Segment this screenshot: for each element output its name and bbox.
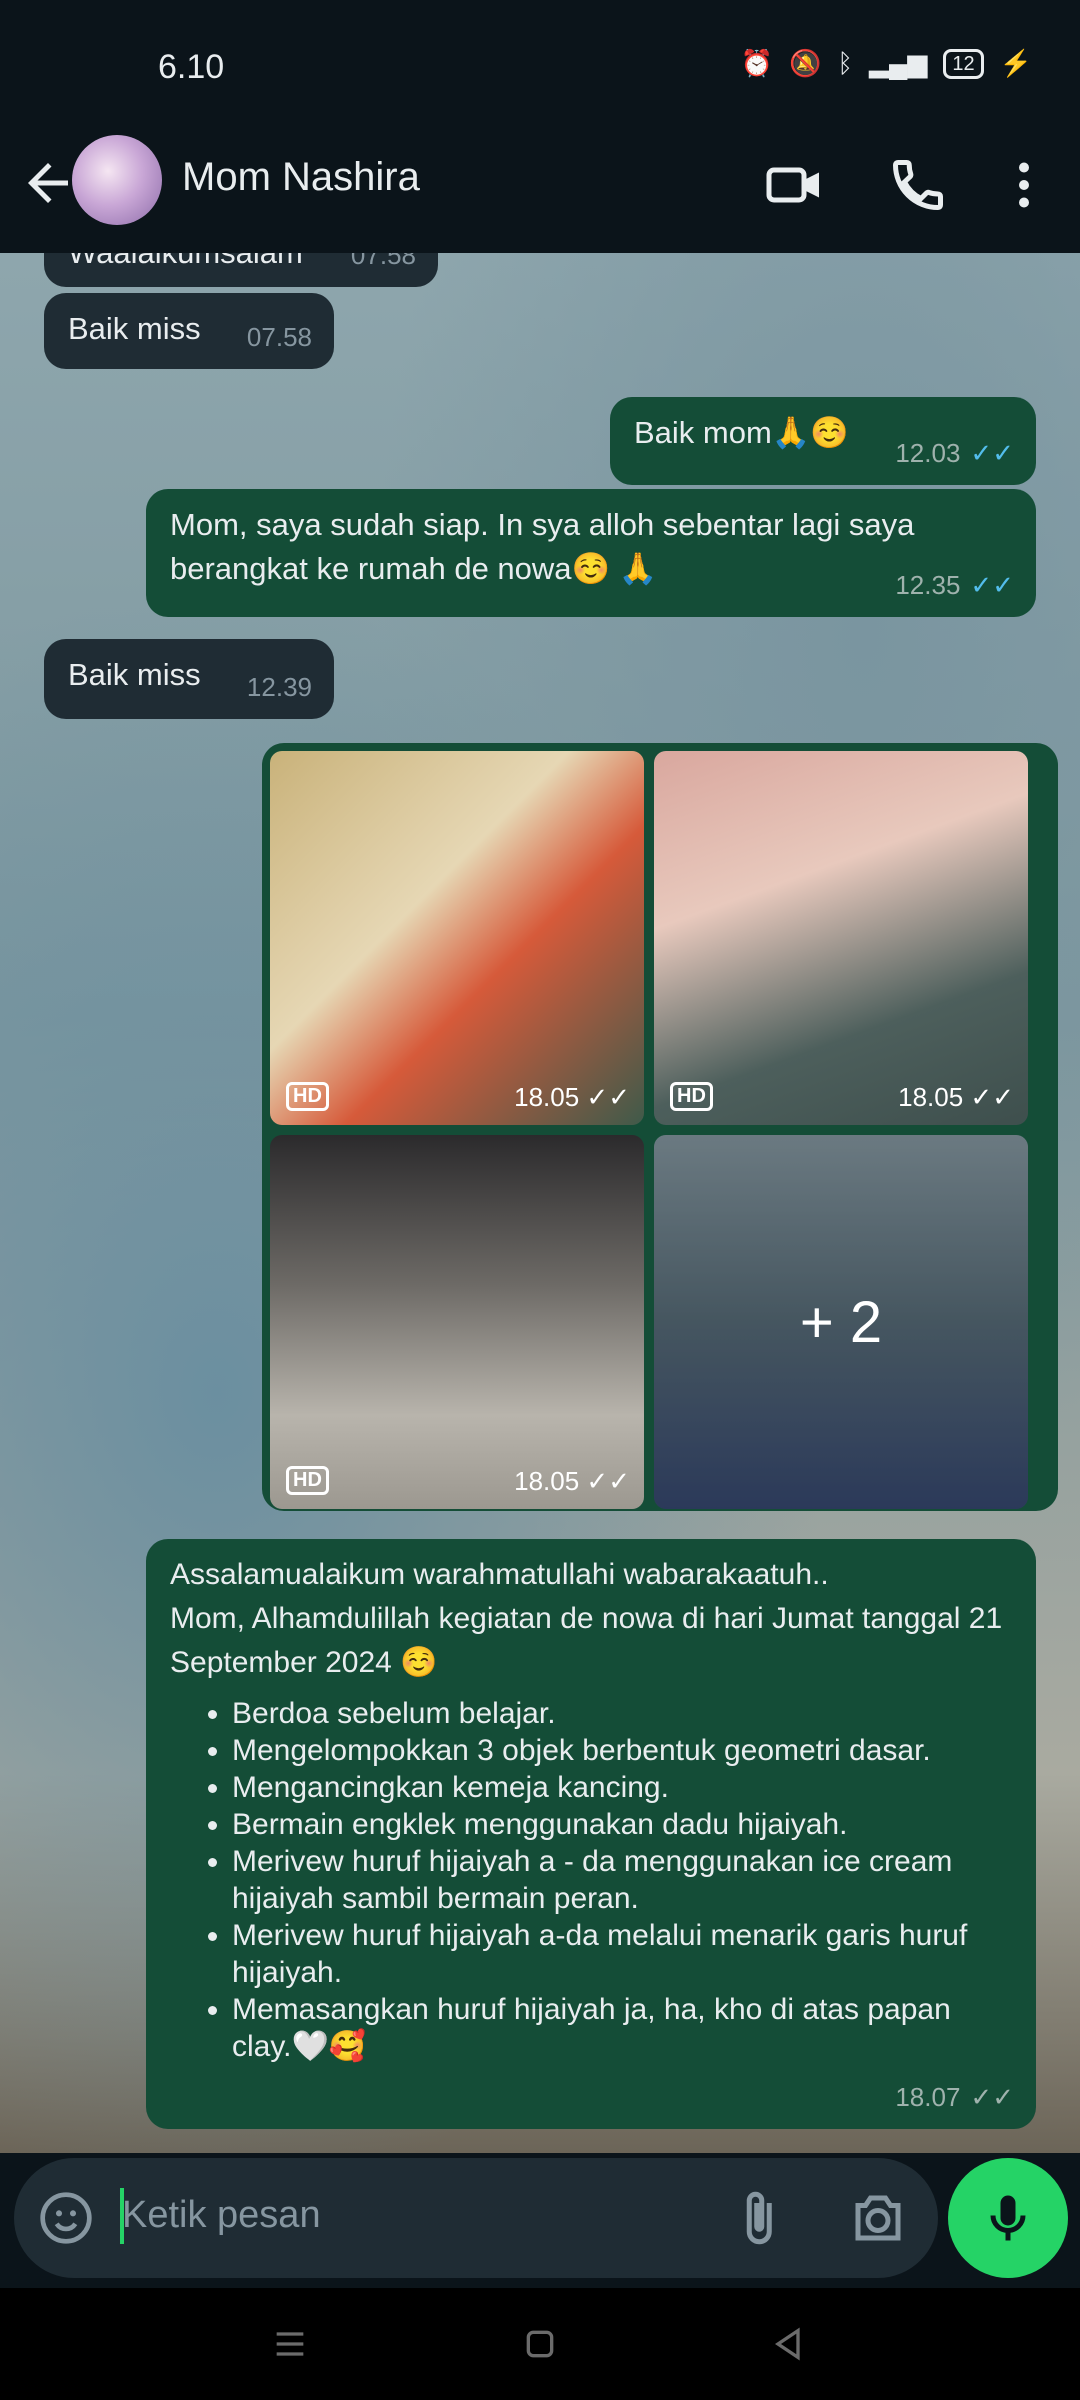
message-text: Baik miss [68,657,201,692]
more-options-icon[interactable] [994,155,1054,215]
message-outgoing[interactable]: Baik mom🙏☺️ 12.03 ✓✓ [610,397,1036,485]
signal-icon: ▂▄▆ [868,48,928,78]
message-composer[interactable]: Ketik pesan [14,2158,938,2278]
message-text: Baik mom🙏☺️ [634,415,850,450]
message-time: 12.35 [895,570,961,600]
hd-badge: HD [286,1466,329,1495]
status-bar: 6.10 ⏰ 🔕 ᛒ ▂▄▆ 12 ⚡ [0,0,1080,135]
photo-thumbnail-more[interactable]: + 2 [654,1135,1028,1509]
contact-name[interactable]: Mom Nashira [182,155,420,200]
recent-apps-icon[interactable] [270,2324,310,2364]
message-text: Waalaikumsalam [68,253,303,270]
chat-header: Mom Nashira [0,135,1080,253]
list-item: Berdoa sebelum belajar. [232,1695,1012,1732]
mute-icon: 🔕 [788,48,822,78]
voice-record-button[interactable] [948,2158,1068,2278]
bluetooth-icon: ᛒ [837,48,853,78]
phone-call-icon[interactable] [888,155,948,215]
back-arrow-icon[interactable] [18,153,78,213]
charging-icon: ⚡ [999,48,1032,78]
video-call-icon[interactable] [764,155,824,215]
photo-meta: 18.05 ✓✓ [514,1082,630,1113]
delivered-ticks-icon: ✓✓ [970,2082,1014,2112]
read-ticks-icon: ✓✓ [970,438,1014,468]
message-greeting: Assalamualaikum warahmatullahi wabarakaa… [170,1558,829,1591]
message-incoming[interactable]: Baik miss 07.58 [44,293,334,369]
photo-thumbnail[interactable]: HD 18.05 ✓✓ [654,751,1028,1125]
message-text: Baik miss [68,311,201,346]
photo-time: 18.05 [514,1082,580,1112]
message-text: Mom, saya sudah siap. In sya alloh seben… [170,507,915,586]
message-meta: 12.03 ✓✓ [895,431,1014,475]
battery-icon: 12 [943,48,984,79]
photo-thumbnail[interactable]: HD 18.05 ✓✓ [270,751,644,1125]
media-album[interactable]: HD 18.05 ✓✓ HD 18.05 ✓✓ HD 18.05 ✓✓ + 2 [262,743,1058,1511]
message-time: 07.58 [350,253,416,270]
message-input[interactable]: Ketik pesan [122,2194,321,2237]
activity-list: Berdoa sebelum belajar. Mengelompokkan 3… [170,1695,1012,2065]
delivered-ticks-icon: ✓✓ [586,1082,630,1112]
mic-icon [990,2195,1026,2241]
message-outgoing[interactable]: Mom, saya sudah siap. In sya alloh seben… [146,489,1036,617]
avatar[interactable] [72,135,162,225]
hd-badge: HD [286,1082,329,1111]
back-nav-icon[interactable] [768,2324,808,2364]
photo-meta: 18.05 ✓✓ [514,1466,630,1497]
system-nav-bar [0,2288,1080,2400]
photo-meta: 18.05 ✓✓ [898,1082,1014,1113]
home-icon[interactable] [520,2324,560,2364]
message-meta: 12.35 ✓✓ [895,563,1014,607]
clock: 6.10 [158,48,225,86]
message-incoming[interactable]: Waalaikumsalam 07.58 [44,253,438,287]
chat-area[interactable]: Waalaikumsalam 07.58 Baik miss 07.58 Bai… [0,253,1080,2153]
list-item: Memasangkan huruf hijaiyah ja, ha, kho d… [232,1991,1012,2065]
photo-time: 18.05 [898,1082,964,1112]
message-incoming[interactable]: Baik miss 12.39 [44,639,334,719]
photo-time: 18.05 [514,1466,580,1496]
list-item: Bermain engklek menggunakan dadu hijaiya… [232,1806,1012,1843]
read-ticks-icon: ✓✓ [970,570,1014,600]
delivered-ticks-icon: ✓✓ [970,1082,1014,1112]
list-item: Mengelompokkan 3 objek berbentuk geometr… [232,1732,1012,1769]
list-item: Merivew huruf hijaiyah a-da melalui mena… [232,1917,1012,1991]
attach-icon[interactable] [728,2188,788,2248]
message-time: 18.07 [895,2082,961,2112]
hd-badge: HD [670,1082,713,1111]
message-intro: Mom, Alhamdulillah kegiatan de nowa di h… [170,1602,1003,1679]
camera-icon[interactable] [848,2188,908,2248]
message-time: 12.03 [895,438,961,468]
list-item: Merivew huruf hijaiyah a - da menggunaka… [232,1843,1012,1917]
message-time: 07.58 [246,322,312,352]
more-photos-count: + 2 [654,1135,1028,1509]
list-item: Mengancingkan kemeja kancing. [232,1769,1012,1806]
message-outgoing[interactable]: Assalamualaikum warahmatullahi wabarakaa… [146,1539,1036,2129]
photo-thumbnail[interactable]: HD 18.05 ✓✓ [270,1135,644,1509]
status-icons: ⏰ 🔕 ᛒ ▂▄▆ 12 ⚡ [741,48,1032,79]
emoji-icon[interactable] [38,2190,94,2246]
message-meta: 18.07 ✓✓ [895,2075,1014,2119]
message-time: 12.39 [246,672,312,702]
alarm-icon: ⏰ [740,48,773,78]
delivered-ticks-icon: ✓✓ [586,1466,630,1496]
